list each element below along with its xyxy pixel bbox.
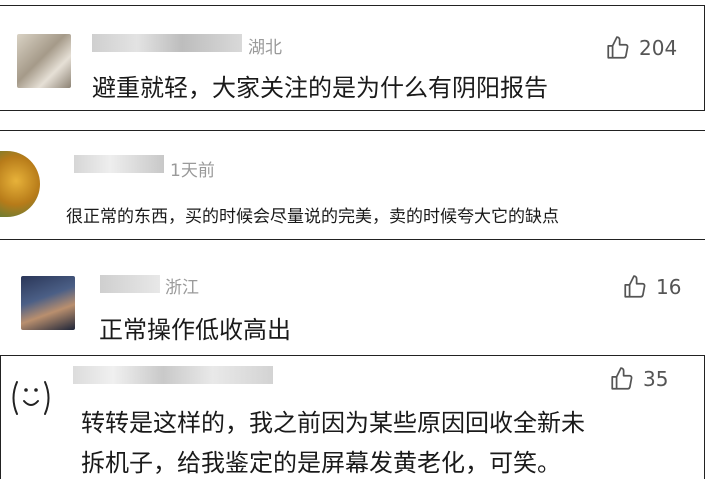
comment-location: 湖北 bbox=[248, 38, 282, 58]
username-blurred[interactable] bbox=[73, 366, 273, 384]
comment-text-line-2: 拆机子，给我鉴定的是屏幕发黄老化，可笑。 bbox=[81, 449, 561, 477]
comment-card-4: 35 转转是这样的，我之前因为某些原因回收全新未 拆机子，给我鉴定的是屏幕发黄老… bbox=[0, 355, 705, 479]
username-blurred[interactable] bbox=[100, 275, 160, 293]
thumbs-up-icon bbox=[607, 36, 629, 59]
like-count: 35 bbox=[643, 367, 669, 391]
like-count: 16 bbox=[656, 275, 682, 299]
like-count: 204 bbox=[639, 36, 678, 60]
smiley-face-icon bbox=[12, 381, 50, 415]
comment-text: 正常操作低收高出 bbox=[99, 316, 291, 344]
thumbs-up-icon bbox=[611, 367, 633, 390]
comment-card-3: 浙江 16 正常操作低收高出 bbox=[0, 250, 705, 347]
comment-text: 很正常的东西，买的时候会尽量说的完美，卖的时候夸大它的缺点 bbox=[66, 207, 559, 227]
comment-card-1: 湖北 204 避重就轻，大家关注的是为什么有阴阳报告 bbox=[0, 5, 705, 111]
username-blurred[interactable] bbox=[92, 34, 242, 52]
comment-text-line-1: 转转是这样的，我之前因为某些原因回收全新未 bbox=[81, 409, 585, 437]
comment-location: 浙江 bbox=[165, 278, 199, 298]
comment-time: 1天前 bbox=[170, 161, 215, 181]
user-avatar[interactable] bbox=[0, 151, 40, 217]
like-button[interactable]: 35 bbox=[609, 366, 668, 392]
comment-card-2: 1天前 很正常的东西，买的时候会尽量说的完美，卖的时候夸大它的缺点 bbox=[0, 130, 705, 240]
user-avatar[interactable] bbox=[21, 276, 75, 330]
like-button[interactable]: 204 bbox=[605, 35, 677, 61]
like-button[interactable]: 16 bbox=[622, 274, 681, 300]
comment-text: 避重就轻，大家关注的是为什么有阴阳报告 bbox=[92, 74, 548, 102]
user-avatar[interactable] bbox=[7, 374, 55, 422]
user-avatar[interactable] bbox=[17, 34, 71, 88]
username-blurred[interactable] bbox=[74, 155, 164, 173]
thumbs-up-icon bbox=[624, 275, 646, 298]
